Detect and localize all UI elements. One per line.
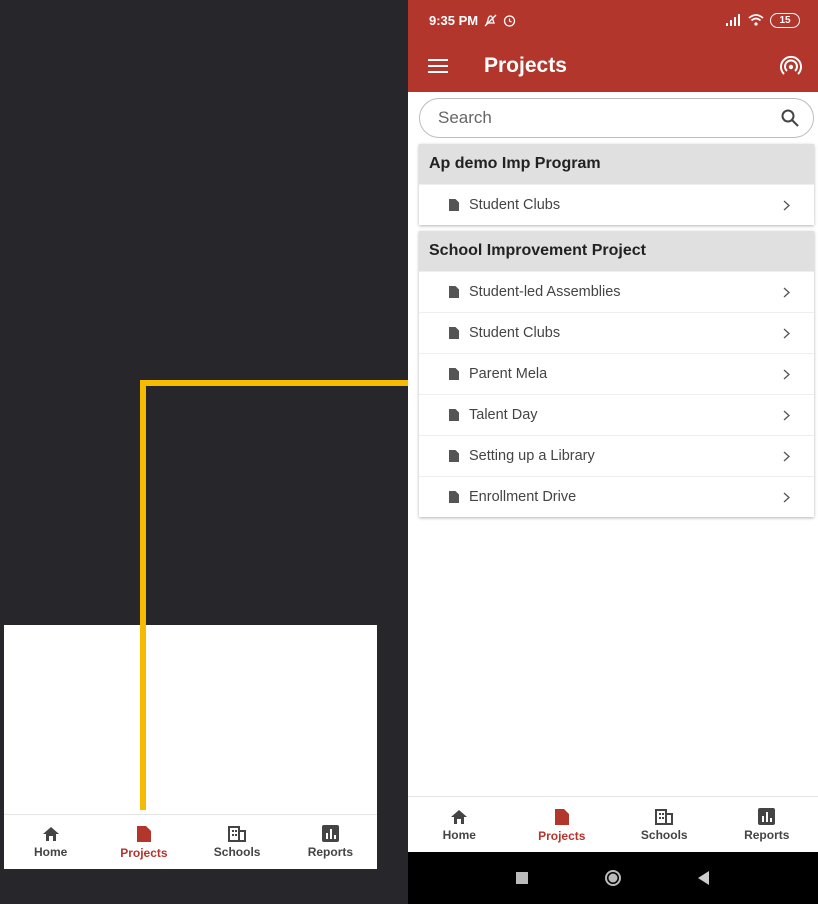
chart-icon <box>758 808 776 825</box>
chevron-right-icon <box>783 287 790 297</box>
signal-icon <box>726 14 740 26</box>
menu-icon[interactable] <box>428 58 448 74</box>
nav-label-schools: Schools <box>640 827 688 842</box>
recents-icon[interactable] <box>516 872 528 884</box>
document-icon <box>449 286 459 298</box>
back-icon[interactable] <box>698 871 710 885</box>
document-icon <box>136 825 151 842</box>
nav-home[interactable]: Home <box>408 797 511 853</box>
list-item-label: Student-led Assemblies <box>469 284 621 300</box>
search-input[interactable] <box>436 107 781 129</box>
system-nav-bar <box>408 852 818 904</box>
app-bar: Projects <box>408 40 818 92</box>
chevron-right-icon <box>783 451 790 461</box>
zoomed-nav-panel: Home Projects Schools Reports <box>4 625 377 869</box>
nav-label-home: Home <box>33 844 68 859</box>
chevron-right-icon <box>783 410 790 420</box>
document-icon <box>449 327 459 339</box>
list-item-label: Enrollment Drive <box>469 489 577 505</box>
callout-line-horizontal <box>140 380 410 386</box>
wifi-icon <box>748 14 764 26</box>
document-icon <box>449 199 459 211</box>
search-bar[interactable] <box>419 98 814 138</box>
document-icon <box>449 450 459 462</box>
nav-label-projects: Projects <box>120 845 168 860</box>
document-icon <box>554 808 569 825</box>
list-item-label: Setting up a Library <box>469 448 595 464</box>
building-icon <box>228 825 247 842</box>
nav-label-reports: Reports <box>744 828 790 842</box>
program-group: School Improvement Project Student-led A… <box>419 231 814 517</box>
nav-label-schools: Schools <box>213 844 261 859</box>
list-item[interactable]: Talent Day <box>419 394 814 435</box>
list-item[interactable]: Student-led Assemblies <box>419 271 814 312</box>
group-header: School Improvement Project <box>419 231 814 271</box>
nav-schools[interactable]: Schools <box>613 797 716 853</box>
search-icon[interactable] <box>781 109 799 127</box>
building-icon <box>655 808 674 825</box>
chevron-right-icon <box>783 328 790 338</box>
chart-icon <box>321 825 339 842</box>
zoom-nav-projects[interactable]: Projects <box>97 815 190 869</box>
home-icon <box>42 826 59 841</box>
group-header: Ap demo Imp Program <box>419 144 814 184</box>
document-icon <box>449 409 459 421</box>
battery-icon: 15 <box>770 12 800 28</box>
chevron-right-icon <box>783 492 790 502</box>
list-item[interactable]: Setting up a Library <box>419 435 814 476</box>
nav-label-reports: Reports <box>307 845 354 859</box>
program-group: Ap demo Imp Program Student Clubs <box>419 144 814 225</box>
battery-level: 15 <box>779 14 791 26</box>
home-circle-icon[interactable] <box>604 869 622 887</box>
nav-label-projects: Projects <box>538 828 586 843</box>
list-item-label: Student Clubs <box>469 197 561 213</box>
bottom-nav: Home Projects Schools Reports <box>408 796 818 853</box>
list-item[interactable]: Parent Mela <box>419 353 814 394</box>
alarm-icon <box>503 14 516 27</box>
list-item-label: Talent Day <box>469 407 538 423</box>
home-icon <box>451 809 468 824</box>
page-title: Projects <box>484 54 567 77</box>
list-item[interactable]: Student Clubs <box>419 184 814 225</box>
list-item[interactable]: Enrollment Drive <box>419 476 814 517</box>
status-bar: 9:35 PM 15 <box>408 0 818 40</box>
zoomed-bottom-nav: Home Projects Schools Reports <box>4 814 377 869</box>
document-icon <box>449 491 459 503</box>
chevron-right-icon <box>783 369 790 379</box>
broadcast-icon[interactable] <box>780 55 802 77</box>
nav-projects[interactable]: Projects <box>511 797 614 853</box>
mute-icon <box>484 14 497 26</box>
zoom-nav-home[interactable]: Home <box>4 815 97 869</box>
list-item-label: Student Clubs <box>469 325 561 341</box>
callout-line-vertical <box>140 380 146 810</box>
list-item-label: Parent Mela <box>469 366 548 382</box>
nav-label-home: Home <box>442 827 476 842</box>
list-item[interactable]: Student Clubs <box>419 312 814 353</box>
zoom-nav-schools[interactable]: Schools <box>191 815 284 869</box>
document-icon <box>449 368 459 380</box>
phone-screen: 9:35 PM 15 Projects Ap demo Imp Program … <box>408 0 818 904</box>
status-time: 9:35 PM <box>429 12 479 28</box>
nav-reports[interactable]: Reports <box>716 797 818 853</box>
zoom-nav-reports[interactable]: Reports <box>284 815 377 869</box>
chevron-right-icon <box>783 200 790 210</box>
